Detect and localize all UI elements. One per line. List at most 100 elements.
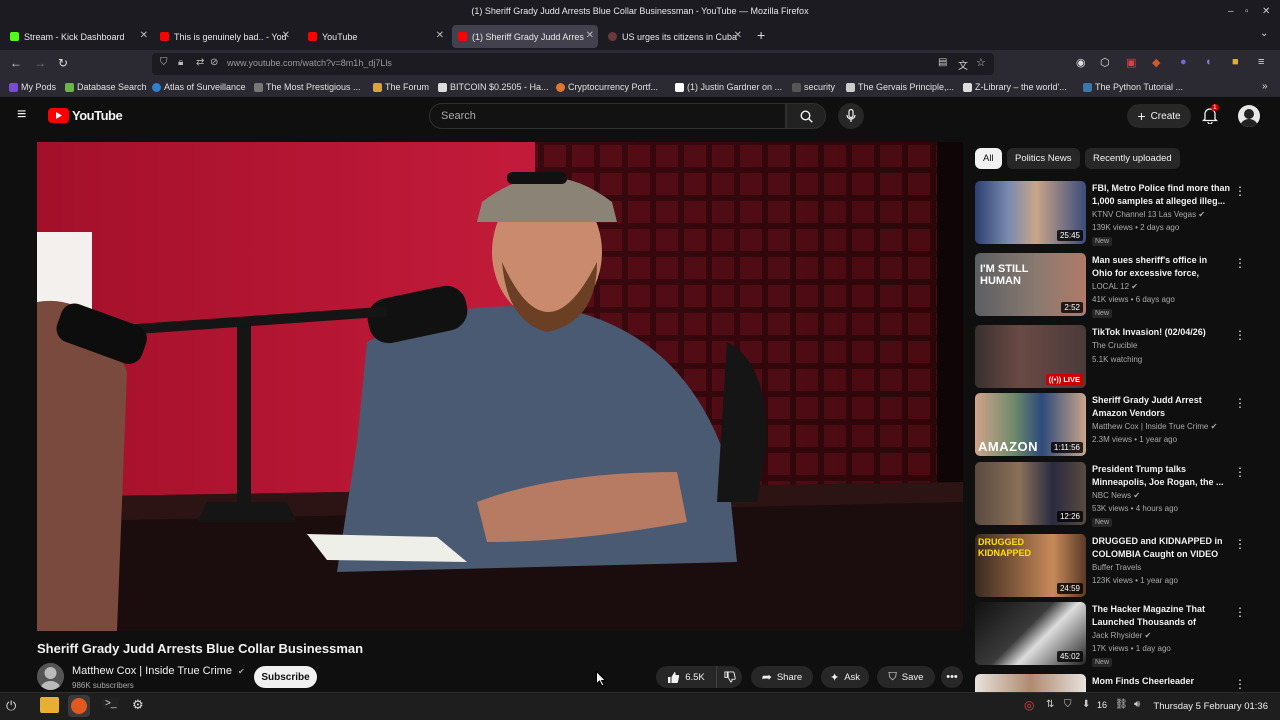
start-menu-icon[interactable]: ⏻ [6, 698, 16, 714]
avatar[interactable] [1238, 105, 1260, 127]
voice-search-button[interactable] [838, 103, 864, 129]
youtube-logo[interactable]: YouTube [48, 108, 123, 123]
more-vertical-icon[interactable]: ⋮ [1234, 677, 1246, 691]
translate-icon[interactable]: 文 [958, 57, 968, 72]
recommendation-channel[interactable]: The Crucible [1092, 341, 1137, 350]
recommendation-title[interactable]: DRUGGED and KIDNAPPED in COLOMBIA Caught… [1092, 535, 1230, 562]
channel-name[interactable]: Matthew Cox | Inside True Crime ✔ [72, 665, 245, 677]
close-tab-icon[interactable]: ✕ [734, 30, 742, 41]
like-button[interactable]: 6.5K [656, 666, 716, 688]
more-vertical-icon[interactable]: ⋮ [1234, 605, 1246, 619]
reload-icon[interactable]: ↻ [58, 56, 68, 70]
recommendation-channel[interactable]: NBC News ✔ [1092, 491, 1140, 500]
bookmark-item[interactable]: Cryptocurrency Portf... [556, 82, 658, 92]
terminal-icon[interactable]: >_ [102, 698, 120, 709]
back-icon[interactable]: ← [10, 56, 22, 70]
dislike-button[interactable] [716, 666, 742, 688]
recommendation-item[interactable]: 12:26 President Trump talks Minneapolis,… [975, 462, 1255, 528]
more-vertical-icon[interactable]: ⋮ [1234, 396, 1246, 410]
recommendation-title[interactable]: FBI, Metro Police find more than 1,000 s… [1092, 182, 1230, 208]
channel-name-text[interactable]: Matthew Cox | Inside True Crime [72, 665, 232, 677]
notifications-button[interactable]: 1 [1201, 104, 1219, 129]
close-window-icon[interactable]: ✕ [1262, 0, 1270, 23]
video-thumbnail[interactable] [975, 674, 1086, 692]
bookmark-item[interactable]: (1) Justin Gardner on ... [675, 82, 782, 92]
bookmark-item[interactable]: My Pods [9, 82, 56, 92]
share-button[interactable]: ➦ Share [751, 666, 813, 688]
shield-icon[interactable]: ⛉ [160, 57, 168, 68]
bookmark-item[interactable]: Z-Library – the world'... [963, 82, 1067, 92]
tray-network-icon[interactable]: ⇅ [1046, 699, 1054, 710]
recommendation-title[interactable]: Man sues sheriff's office in Ohio for ex… [1092, 254, 1230, 281]
more-vertical-icon[interactable]: ⋮ [1234, 465, 1246, 479]
recommendation-item[interactable]: ((•)) LIVE TikTok Invasion! (02/04/26) T… [975, 325, 1255, 391]
ask-button[interactable]: ✦ Ask [821, 666, 869, 688]
bookmark-item[interactable]: security [792, 82, 835, 92]
url-text[interactable]: www.youtube.com/watch?v=8m1h_dj7Lls [227, 58, 392, 68]
video-thumbnail[interactable]: 25:45 [975, 181, 1086, 244]
subscribe-button[interactable]: Subscribe [254, 666, 317, 688]
recommendation-channel[interactable]: Buffer Travels [1092, 563, 1141, 572]
recommendation-title[interactable]: Sheriff Grady Judd Arrest Amazon Vendors [1092, 394, 1230, 420]
recommendation-item[interactable]: Mom Finds Cheerleader ⋮ [975, 674, 1255, 692]
app-settings-icon[interactable]: ⚙ [132, 697, 144, 713]
chip-all[interactable]: All [975, 148, 1002, 169]
channel-avatar[interactable] [37, 663, 64, 690]
search-input[interactable]: Search [429, 103, 786, 129]
video-thumbnail[interactable]: 45:02 [975, 602, 1086, 665]
url-bar[interactable]: ⛉ 🔒︎ ⇄ ⊘ www.youtube.com/watch?v=8m1h_dj… [152, 53, 994, 75]
tab-genuinely-bad[interactable]: This is genuinely bad.. - You ✕ [154, 25, 294, 48]
close-tab-icon[interactable]: ✕ [586, 30, 594, 41]
video-thumbnail[interactable]: DRUGGED KIDNAPPED 24:59 [975, 534, 1086, 597]
create-button[interactable]: + Create [1127, 104, 1191, 128]
bookmark-item[interactable]: Database Search [65, 82, 147, 92]
recommendation-channel[interactable]: LOCAL 12 ✔ [1092, 282, 1138, 291]
recommendation-item[interactable]: 45:02 The Hacker Magazine That Launched … [975, 602, 1255, 668]
recommendation-title[interactable]: Mom Finds Cheerleader [1092, 675, 1230, 688]
hamburger-menu-icon[interactable]: ≡ [17, 106, 26, 124]
tab-kick-dashboard[interactable]: Stream - Kick Dashboard ✕ [4, 25, 152, 48]
recommendation-item[interactable]: DRUGGED KIDNAPPED 24:59 DRUGGED and KIDN… [975, 534, 1255, 600]
more-vertical-icon[interactable]: ⋮ [1234, 328, 1246, 342]
recommendation-title[interactable]: President Trump talks Minneapolis, Joe R… [1092, 463, 1230, 489]
bookmark-item[interactable]: The Gervais Principle,... [846, 82, 954, 92]
more-actions-button[interactable]: ••• [941, 666, 963, 688]
tab-youtube[interactable]: YouTube ✕ [302, 25, 448, 48]
bookmark-item[interactable]: The Forum [373, 82, 429, 92]
lock-icon[interactable]: 🔒︎ [178, 57, 183, 68]
video-thumbnail[interactable]: ((•)) LIVE [975, 325, 1086, 388]
maximize-icon[interactable]: ▫ [1245, 0, 1249, 23]
more-vertical-icon[interactable]: ⋮ [1234, 256, 1246, 270]
extension-red-icon[interactable]: ▣ [1126, 56, 1136, 69]
recommendation-item[interactable]: 25:45 FBI, Metro Police find more than 1… [975, 181, 1255, 247]
account-icon[interactable]: ◉ [1076, 56, 1086, 69]
video-thumbnail[interactable]: AMAZON 1:11:56 [975, 393, 1086, 456]
tray-ethernet-icon[interactable]: ⛓ [1115, 699, 1128, 710]
firefox-taskbar-button[interactable] [68, 695, 90, 717]
video-frame[interactable] [37, 142, 963, 631]
video-thumbnail[interactable]: I'M STILL HUMAN 2:52 [975, 253, 1086, 316]
recommendation-channel[interactable]: Matthew Cox | Inside True Crime ✔ [1092, 422, 1217, 431]
no-autoplay-icon[interactable]: ⊘ [210, 57, 218, 68]
recommendation-title[interactable]: TikTok Invasion! (02/04/26) [1092, 326, 1230, 339]
tray-app-icon[interactable]: ◎ [1024, 698, 1034, 712]
video-thumbnail[interactable]: 12:26 [975, 462, 1086, 525]
bookmark-item[interactable]: Atlas of Surveillance [152, 82, 246, 92]
new-tab-icon[interactable]: + [757, 27, 765, 43]
close-tab-icon[interactable]: ✕ [436, 30, 444, 41]
file-manager-icon[interactable] [40, 697, 59, 713]
chip-politics-news[interactable]: Politics News [1007, 148, 1080, 169]
recommendation-item[interactable]: AMAZON 1:11:56 Sheriff Grady Judd Arrest… [975, 393, 1255, 459]
menu-icon[interactable]: ≡ [1258, 56, 1264, 68]
tray-shield-icon[interactable]: ⛉ [1064, 699, 1072, 710]
bookmark-item[interactable]: BITCOIN $0.2505 - Ha... [438, 82, 549, 92]
tab-us-urges-cuba[interactable]: US urges its citizens in Cuba ✕ [602, 25, 746, 48]
recommendation-channel[interactable]: Jack Rhysider ✔ [1092, 631, 1151, 640]
extension-orange-icon[interactable]: ◆ [1152, 56, 1160, 69]
tray-updates-icon[interactable]: ⬇ [1082, 699, 1090, 710]
video-player[interactable] [37, 142, 963, 631]
recommendation-item[interactable]: I'M STILL HUMAN 2:52 Man sues sheriff's … [975, 253, 1255, 319]
recommendation-title[interactable]: The Hacker Magazine That Launched Thousa… [1092, 603, 1230, 630]
extensions-icon[interactable]: ⬡ [1100, 56, 1110, 69]
more-vertical-icon[interactable]: ⋮ [1234, 184, 1246, 198]
